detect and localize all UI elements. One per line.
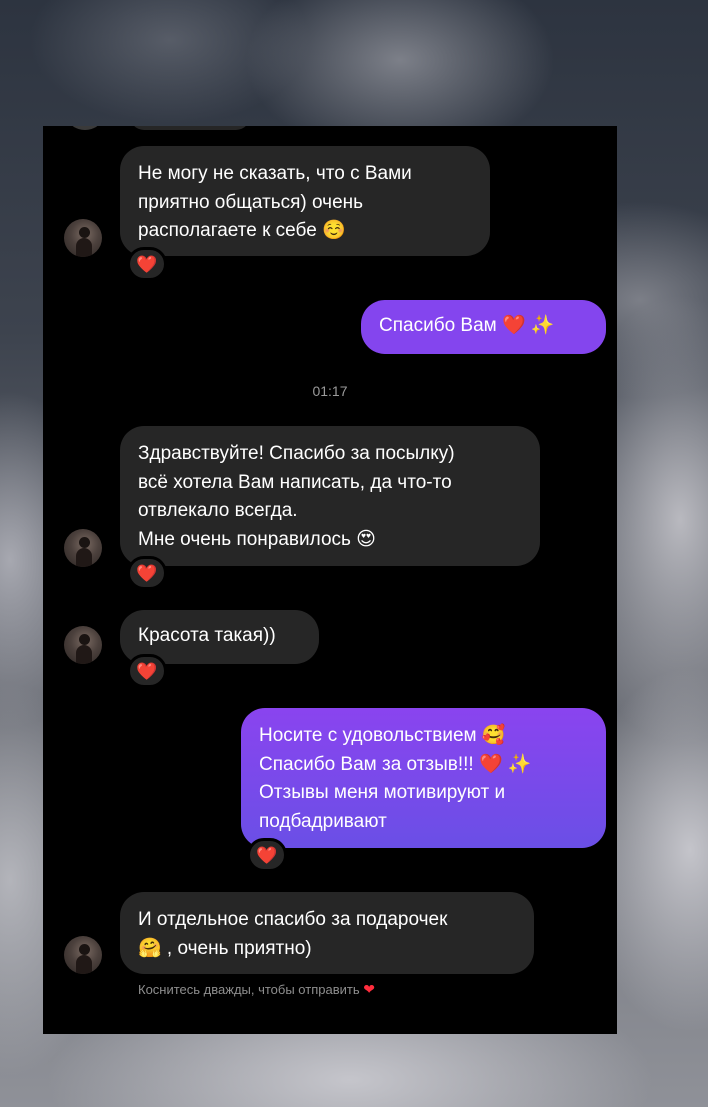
incoming-message[interactable]: И отдельное спасибо за подарочек 🤗 , оче… <box>120 892 534 974</box>
sender-avatar[interactable] <box>64 529 102 567</box>
outgoing-message[interactable]: Спасибо Вам ❤️ ✨ <box>361 300 606 354</box>
outgoing-message[interactable]: Носите с удовольствием 🥰 Спасибо Вам за … <box>241 708 606 848</box>
heart-icon: ❤ <box>363 981 375 997</box>
incoming-message[interactable]: Не могу не сказать, что с Вами приятно о… <box>120 146 490 256</box>
sender-avatar[interactable] <box>64 219 102 257</box>
heart-reaction-icon[interactable]: ❤️ <box>127 247 167 281</box>
hint-label: Коснитесь дважды, чтобы отправить <box>138 982 360 997</box>
heart-reaction-icon[interactable]: ❤️ <box>127 654 167 688</box>
sender-avatar[interactable] <box>64 626 102 664</box>
heart-reaction-icon[interactable]: ❤️ <box>127 556 167 590</box>
chat-thread: Не могу не сказать, что с Вами приятно о… <box>43 126 617 1034</box>
sender-avatar[interactable] <box>64 936 102 974</box>
heart-reaction-icon[interactable]: ❤️ <box>247 838 287 872</box>
incoming-message[interactable]: Здравствуйте! Спасибо за посылку) всё хо… <box>120 426 540 566</box>
avatar[interactable] <box>68 126 102 130</box>
message-timestamp: 01:17 <box>312 383 348 399</box>
previous-message-bubble[interactable] <box>130 126 250 130</box>
double-tap-hint[interactable]: Коснитесь дважды, чтобы отправить ❤ <box>138 981 375 998</box>
